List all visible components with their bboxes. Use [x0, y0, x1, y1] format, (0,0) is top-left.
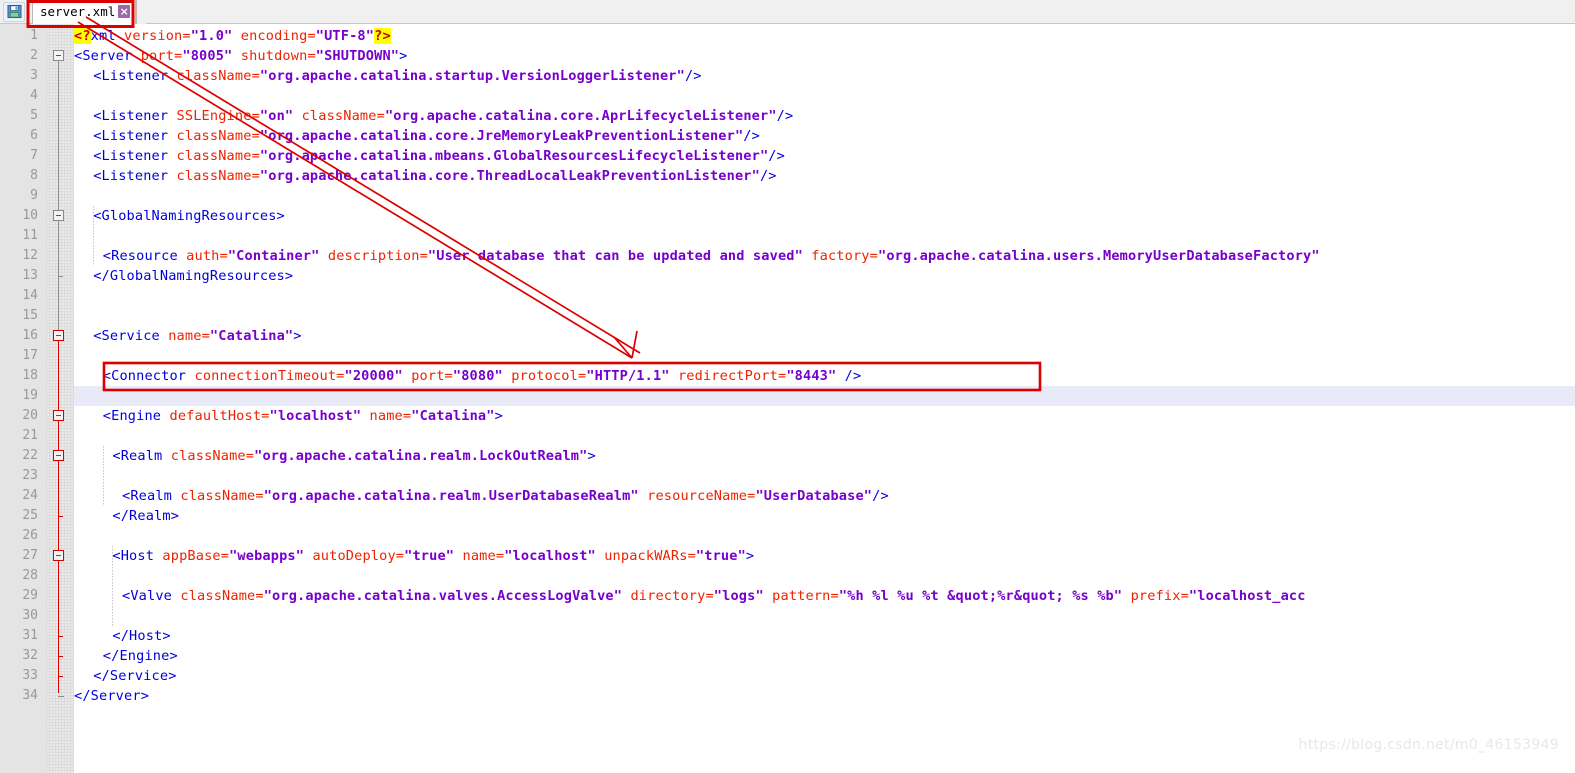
- line-number: 31: [22, 628, 38, 643]
- line-number: 29: [22, 588, 38, 603]
- code-line[interactable]: <Resource auth="Container" description="…: [103, 246, 1320, 266]
- code-line[interactable]: </Engine>: [103, 646, 178, 666]
- line-number: 4: [30, 88, 38, 103]
- save-floppy-icon: [6, 4, 22, 19]
- save-button[interactable]: [3, 1, 25, 22]
- fold-toggle-icon[interactable]: [53, 210, 64, 221]
- line-number: 30: [22, 608, 38, 623]
- tab-strip: server.xml ×: [32, 0, 147, 24]
- code-line[interactable]: <Listener SSLEngine="on" className="org.…: [93, 106, 793, 126]
- line-number: 21: [22, 428, 38, 443]
- code-text-area[interactable]: <?xml version="1.0" encoding="UTF-8"?> <S…: [74, 24, 1575, 773]
- line-number: 25: [22, 508, 38, 523]
- code-line[interactable]: <Host appBase="webapps" autoDeploy="true…: [112, 546, 754, 566]
- fold-guide-line: [58, 61, 59, 333]
- toolbar: server.xml ×: [0, 0, 1575, 24]
- indent-guide: [112, 546, 113, 626]
- code-line[interactable]: <Listener className="org.apache.catalina…: [93, 126, 760, 146]
- code-line[interactable]: <Connector connectionTimeout="20000" por…: [103, 366, 862, 386]
- line-number: 3: [30, 68, 38, 83]
- line-number: 7: [30, 148, 38, 163]
- line-number: 18: [22, 368, 38, 383]
- tab-strip-filler: [136, 0, 147, 24]
- line-number: 19: [22, 388, 38, 403]
- line-number: 13: [22, 268, 38, 283]
- close-icon[interactable]: ×: [118, 5, 131, 18]
- watermark: https://blog.csdn.net/m0_46153949: [1298, 737, 1559, 753]
- line-number: 1: [30, 28, 38, 43]
- line-number: 8: [30, 168, 38, 183]
- line-number: 6: [30, 128, 38, 143]
- line-number: 28: [22, 568, 38, 583]
- fold-guide-line: [58, 341, 60, 693]
- line-number: 11: [22, 228, 38, 243]
- line-number: 2: [30, 48, 38, 63]
- line-number: 15: [22, 308, 38, 323]
- code-folding-column[interactable]: [46, 24, 74, 773]
- code-line[interactable]: <Server port="8005" shutdown="SHUTDOWN">: [74, 46, 407, 66]
- tab-label: server.xml: [40, 4, 116, 19]
- code-line[interactable]: <Listener className="org.apache.catalina…: [93, 166, 776, 186]
- line-number: 27: [22, 548, 38, 563]
- code-line[interactable]: <Listener className="org.apache.catalina…: [93, 146, 785, 166]
- line-number-gutter: 1 2 3 4 5 6 7 8 9 10 11 12 13 14 15 16 17 18 19 20 21 22 23 24 2…: [0, 24, 46, 773]
- code-line[interactable]: <Engine defaultHost="localhost" name="Ca…: [103, 406, 503, 426]
- tab-server-xml[interactable]: server.xml ×: [32, 0, 137, 24]
- code-line[interactable]: <Valve className="org.apache.catalina.va…: [122, 586, 1306, 606]
- line-number: 23: [22, 468, 38, 483]
- code-line[interactable]: </Host>: [112, 626, 170, 646]
- line-number: 9: [30, 188, 38, 203]
- fold-tick: [58, 656, 63, 657]
- line-number: 10: [22, 208, 38, 223]
- code-line[interactable]: <Realm className="org.apache.catalina.re…: [122, 486, 889, 506]
- code-line[interactable]: </Realm>: [112, 506, 179, 526]
- fold-toggle-icon[interactable]: [53, 330, 64, 341]
- code-line[interactable]: <GlobalNamingResources>: [93, 206, 285, 226]
- fold-toggle-icon[interactable]: [53, 450, 64, 461]
- code-line[interactable]: [74, 386, 1575, 406]
- line-number: 20: [22, 408, 38, 423]
- fold-tick: [58, 276, 63, 277]
- indent-guide: [93, 206, 94, 266]
- code-line[interactable]: </GlobalNamingResources>: [93, 266, 293, 286]
- fold-end-cap: [58, 696, 64, 697]
- fold-tick: [58, 636, 63, 637]
- line-number: 32: [22, 648, 38, 663]
- line-number: 33: [22, 668, 38, 683]
- fold-toggle-icon[interactable]: [53, 410, 64, 421]
- code-line[interactable]: <Realm className="org.apache.catalina.re…: [112, 446, 595, 466]
- line-number: 16: [22, 328, 38, 343]
- code-line[interactable]: <Listener className="org.apache.catalina…: [93, 66, 701, 86]
- code-line[interactable]: <?xml version="1.0" encoding="UTF-8"?>: [74, 26, 391, 46]
- line-number: 34: [22, 688, 38, 703]
- code-line[interactable]: </Server>: [74, 686, 149, 706]
- fold-toggle-icon[interactable]: [53, 550, 64, 561]
- line-number: 17: [22, 348, 38, 363]
- fold-toggle-icon[interactable]: [53, 50, 64, 61]
- line-number: 24: [22, 488, 38, 503]
- indent-guide: [103, 446, 104, 506]
- code-editor[interactable]: 1 2 3 4 5 6 7 8 9 10 11 12 13 14 15 16 17 18 19 20 21 22 23 24 2…: [0, 24, 1575, 773]
- line-number: 26: [22, 528, 38, 543]
- line-number: 12: [22, 248, 38, 263]
- fold-tick: [58, 516, 63, 517]
- code-line[interactable]: </Service>: [93, 666, 176, 686]
- code-line[interactable]: <Service name="Catalina">: [93, 326, 301, 346]
- fold-tick: [58, 676, 63, 677]
- line-number: 22: [22, 448, 38, 463]
- line-number: 14: [22, 288, 38, 303]
- line-number: 5: [30, 108, 38, 123]
